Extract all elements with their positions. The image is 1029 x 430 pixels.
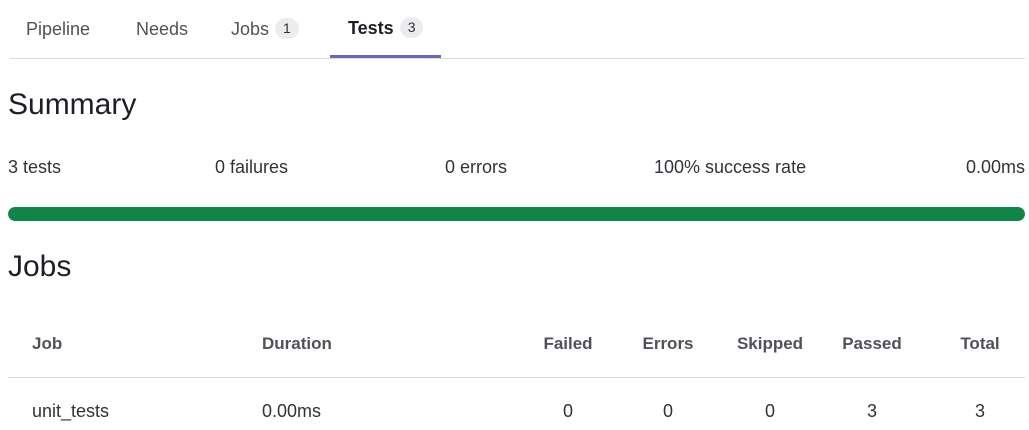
tab-tests-label: Tests xyxy=(348,17,394,38)
job-name: unit_tests xyxy=(32,401,110,421)
summary-failures: 0 failures xyxy=(215,157,289,177)
tab-pipeline[interactable]: Pipeline xyxy=(26,0,90,57)
header-duration: Duration xyxy=(262,333,332,353)
job-errors-count: 0 xyxy=(662,401,673,421)
job-total-count: 3 xyxy=(974,401,985,421)
jobs-heading: Jobs xyxy=(8,250,72,283)
header-job: Job xyxy=(32,333,63,353)
job-passed-count: 3 xyxy=(866,401,877,421)
header-total: Total xyxy=(960,333,1000,353)
header-passed: Passed xyxy=(842,333,902,353)
test-report-page: Pipeline Needs Jobs 1 Tests 3 Summary 3 … xyxy=(0,0,1029,430)
success-progress-fill xyxy=(8,207,1025,221)
jobs-table-header: Job Duration Failed Errors Skipped Passe… xyxy=(8,310,1025,378)
summary-test-count: 3 tests xyxy=(8,157,62,177)
header-failed: Failed xyxy=(543,333,593,353)
tab-jobs[interactable]: Jobs 1 xyxy=(231,0,299,57)
tab-jobs-label: Jobs xyxy=(231,18,270,39)
jobs-table: Job Duration Failed Errors Skipped Passe… xyxy=(8,310,1025,430)
tab-tests[interactable]: Tests 3 xyxy=(330,0,442,58)
tab-tests-count-badge: 3 xyxy=(399,16,424,39)
tab-jobs-count-badge: 1 xyxy=(275,17,299,40)
summary-duration: 0.00ms xyxy=(965,157,1025,177)
tab-pipeline-label: Pipeline xyxy=(26,18,91,39)
job-skipped-count: 0 xyxy=(764,401,775,421)
pipeline-tabs: Pipeline Needs Jobs 1 Tests 3 xyxy=(10,0,1025,59)
summary-success-rate: 100% success rate xyxy=(654,157,807,177)
table-row[interactable]: unit_tests 0.00ms 0 0 0 3 3 xyxy=(8,378,1025,430)
summary-heading: Summary xyxy=(8,88,137,121)
job-failed-count: 0 xyxy=(562,401,573,421)
tab-needs-label: Needs xyxy=(136,18,189,39)
header-errors: Errors xyxy=(642,333,694,353)
success-progress-bar xyxy=(8,207,1025,221)
summary-errors: 0 errors xyxy=(445,157,508,177)
header-skipped: Skipped xyxy=(736,333,804,353)
job-duration: 0.00ms xyxy=(262,401,322,421)
tab-needs[interactable]: Needs xyxy=(136,0,188,57)
